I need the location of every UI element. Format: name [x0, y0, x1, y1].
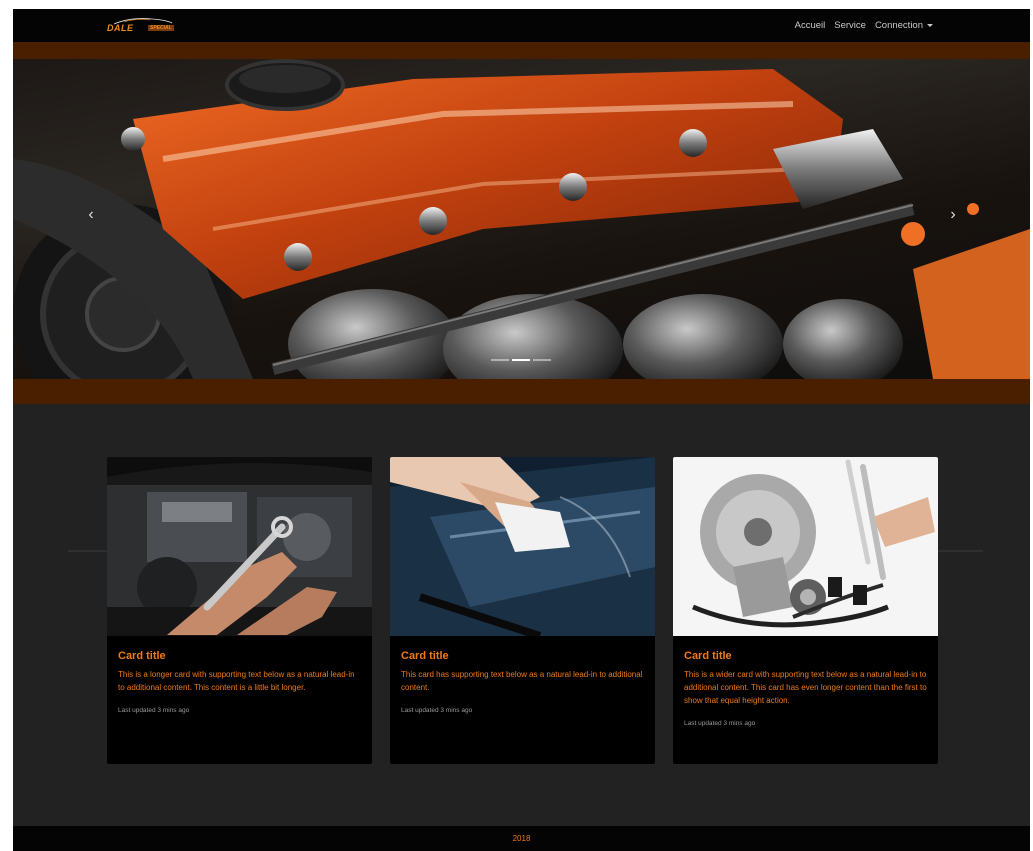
card-meta: Last updated 3 mins ago: [684, 720, 756, 727]
card-text: This card has supporting text below as a…: [401, 670, 643, 692]
divider-line: [933, 550, 983, 552]
card-title: Card title: [401, 650, 449, 662]
card-body: Card title This is a wider card with sup…: [673, 636, 938, 727]
page: DALE SPECIAL Accueil Service Connection: [13, 9, 1030, 851]
carousel-indicator-2[interactable]: [512, 359, 530, 361]
navbar: DALE SPECIAL Accueil Service Connection: [13, 9, 1030, 42]
nav-link-label: Service: [834, 20, 866, 31]
card-body: Card title This card has supporting text…: [390, 636, 655, 714]
chevron-right-icon: ›: [950, 206, 956, 223]
card-text: This is a wider card with supporting tex…: [684, 670, 927, 705]
nav-links: Accueil Service Connection: [795, 9, 933, 42]
caret-down-icon: [927, 24, 933, 27]
card-car-wash: Card title This card has supporting text…: [390, 457, 655, 764]
card-title: Card title: [118, 650, 166, 662]
nav-dropdown-connection[interactable]: Connection: [875, 20, 933, 31]
card-deck: Card title This is a longer card with su…: [107, 457, 938, 764]
chevron-left-icon: ‹: [88, 206, 94, 223]
card-title: Card title: [684, 650, 732, 662]
nav-link-label: Accueil: [794, 20, 826, 31]
nav-link-label: Connection: [874, 20, 923, 31]
nav-link-accueil[interactable]: Accueil: [795, 20, 826, 31]
engine-image: [13, 59, 1030, 379]
card-image-parts: [673, 457, 938, 636]
card-parts: Card title This is a wider card with sup…: [673, 457, 938, 764]
footer-text: 2018: [512, 834, 531, 843]
card-meta: Last updated 3 mins ago: [118, 707, 190, 714]
brand-name: DALE: [107, 23, 134, 33]
brand-tag: SPECIAL: [148, 25, 174, 31]
card-image-mechanic: [107, 457, 372, 636]
footer: 2018: [13, 826, 1030, 851]
hero-carousel-image: ‹ ›: [13, 59, 1030, 379]
carousel-next-button[interactable]: ›: [943, 205, 963, 225]
divider-line: [68, 550, 108, 552]
card-image-car-wash: [390, 457, 655, 636]
card-body: Card title This is a longer card with su…: [107, 636, 372, 714]
brand-logo[interactable]: DALE SPECIAL: [106, 16, 178, 36]
carousel-prev-button[interactable]: ‹: [81, 205, 101, 225]
carousel-indicator-3[interactable]: [533, 359, 551, 361]
carousel-indicator-1[interactable]: [491, 359, 509, 361]
card-meta: Last updated 3 mins ago: [401, 707, 473, 714]
card-mechanic: Card title This is a longer card with su…: [107, 457, 372, 764]
hero-band: ‹ ›: [13, 42, 1030, 404]
nav-link-service[interactable]: Service: [834, 20, 866, 31]
carousel-indicators: [491, 359, 551, 361]
card-text: This is a longer card with supporting te…: [118, 670, 355, 692]
